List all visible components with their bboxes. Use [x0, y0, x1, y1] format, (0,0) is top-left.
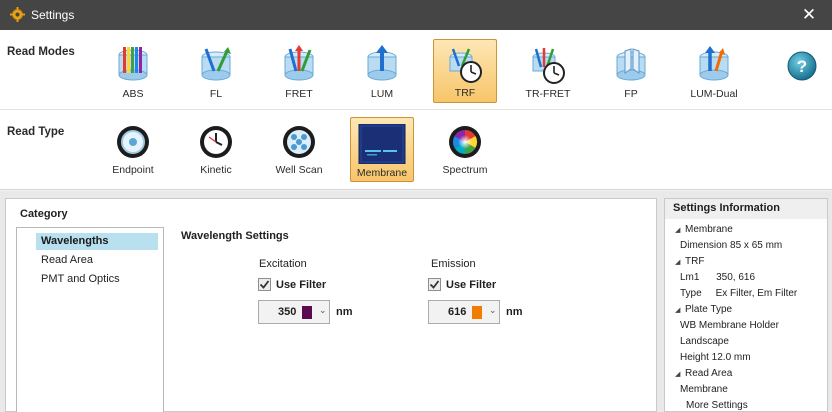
- wavelength-settings-title: Wavelength Settings: [181, 230, 289, 242]
- excitation-use-filter: Use Filter: [258, 278, 326, 291]
- type-well-scan-label: Well Scan: [275, 164, 323, 176]
- tree-leaf: Height 12.0 mm: [680, 352, 751, 363]
- mode-fret-label: FRET: [285, 88, 313, 100]
- emission-wavelength-select[interactable]: 616 ⌄: [428, 300, 500, 324]
- abs-icon: [118, 47, 148, 81]
- type-membrane-button[interactable]: Membrane: [350, 117, 414, 182]
- type-well-scan-button[interactable]: Well Scan: [267, 116, 331, 182]
- chevron-down-icon: ⌄: [319, 305, 327, 315]
- category-item-pmt-and-optics[interactable]: PMT and Optics: [36, 271, 158, 288]
- tree-node-trf[interactable]: ◢ TRF: [675, 256, 704, 267]
- tree-node-plate-type[interactable]: ◢ Plate Type: [675, 304, 732, 315]
- emission-use-filter-checkbox[interactable]: [428, 278, 441, 291]
- lum-icon: [367, 45, 397, 81]
- type-spectrum-label: Spectrum: [442, 164, 488, 176]
- excitation-use-filter-label: Use Filter: [276, 278, 327, 291]
- fl-icon: [201, 47, 231, 81]
- tree-leaf: Landscape: [680, 336, 729, 347]
- settings-information-title: Settings Information: [665, 199, 827, 219]
- emission-unit: nm: [506, 306, 523, 318]
- mode-lum-dual-button[interactable]: LUM-Dual: [682, 38, 746, 106]
- help-icon: ?: [787, 51, 817, 81]
- close-button[interactable]: ✕: [786, 0, 832, 30]
- lum-dual-icon: [699, 46, 729, 81]
- settings-information-panel: Settings Information ◢ Membrane Dimension…: [664, 198, 828, 412]
- checkmark-icon: [259, 280, 270, 289]
- window-title: Settings: [31, 8, 75, 22]
- mode-tr-fret-button[interactable]: TR-FRET: [516, 38, 580, 106]
- tree-leaf: WB Membrane Holder: [680, 320, 779, 331]
- emission-color-swatch: [472, 306, 482, 319]
- type-endpoint-button[interactable]: Endpoint: [101, 116, 165, 182]
- mode-trf-button[interactable]: TRF: [433, 39, 497, 103]
- excitation-unit: nm: [336, 306, 353, 318]
- well-scan-icon: [283, 126, 315, 158]
- mode-fl-button[interactable]: FL: [184, 38, 248, 106]
- endpoint-icon: [117, 126, 149, 158]
- expand-triangle-icon: ◢: [675, 227, 681, 234]
- mode-abs-label: ABS: [122, 88, 144, 100]
- read-modes-label: Read Modes: [7, 46, 75, 58]
- excitation-wavelength-select[interactable]: 350 ⌄: [258, 300, 330, 324]
- settings-panel: Category Wavelengths Read Area PMT and O…: [5, 198, 657, 412]
- read-type-label: Read Type: [7, 126, 65, 138]
- fp-icon: [616, 48, 646, 81]
- type-kinetic-label: Kinetic: [200, 164, 232, 176]
- read-modes-row: Read Modes ABS FL FRET LUM TRF TR-FRET F…: [0, 30, 832, 110]
- tree-node-membrane[interactable]: ◢ Membrane: [675, 224, 733, 235]
- mode-abs-button[interactable]: ABS: [101, 38, 165, 106]
- chevron-down-icon: ⌄: [489, 305, 497, 315]
- tree-node-more-settings[interactable]: More Settings: [686, 400, 748, 411]
- close-icon: ✕: [801, 5, 817, 24]
- mode-fl-label: FL: [209, 88, 223, 100]
- excitation-color-swatch: [302, 306, 312, 319]
- mode-lum-label: LUM: [370, 88, 394, 100]
- mode-lum-button[interactable]: LUM: [350, 38, 414, 106]
- mode-fret-button[interactable]: FRET: [267, 38, 331, 106]
- tree-leaf: Lm1 350, 616: [680, 272, 756, 283]
- mode-fp-label: FP: [624, 88, 638, 100]
- type-membrane-label: Membrane: [356, 167, 408, 179]
- tree-node-read-area[interactable]: ◢ Read Area: [675, 368, 732, 379]
- tree-leaf: Type Ex Filter, Em Filter: [680, 288, 798, 299]
- emission-wavelength-value: 616: [448, 306, 467, 318]
- category-item-read-area[interactable]: Read Area: [36, 252, 158, 269]
- spectrum-icon: [449, 126, 481, 158]
- type-kinetic-button[interactable]: Kinetic: [184, 116, 248, 182]
- tree-leaf: Membrane: [680, 384, 728, 395]
- membrane-icon: [358, 124, 406, 164]
- category-item-wavelengths[interactable]: Wavelengths: [36, 233, 158, 250]
- expand-triangle-icon: ◢: [675, 259, 681, 266]
- svg-text:?: ?: [797, 57, 807, 76]
- fret-icon: [284, 45, 314, 81]
- gear-icon: [10, 7, 25, 22]
- excitation-use-filter-checkbox[interactable]: [258, 278, 271, 291]
- excitation-wavelength-value: 350: [278, 306, 297, 318]
- trf-icon: [449, 48, 482, 83]
- emission-label: Emission: [431, 258, 476, 270]
- type-endpoint-label: Endpoint: [112, 164, 154, 176]
- expand-triangle-icon: ◢: [675, 307, 681, 314]
- category-title: Category: [20, 208, 68, 220]
- kinetic-icon: [200, 126, 232, 158]
- checkmark-icon: [429, 280, 440, 289]
- read-type-row: Read Type Endpoint Kinetic Well Scan Mem…: [0, 110, 832, 190]
- expand-triangle-icon: ◢: [675, 371, 681, 378]
- title-bar: Settings ✕: [0, 0, 832, 30]
- mode-tr-fret-label: TR-FRET: [525, 88, 571, 100]
- tr-fret-icon: [532, 48, 565, 84]
- mode-lum-dual-label: LUM-Dual: [690, 88, 738, 100]
- type-spectrum-button[interactable]: Spectrum: [433, 116, 497, 182]
- main-area: Category Wavelengths Read Area PMT and O…: [0, 191, 832, 412]
- tree-leaf: Dimension 85 x 65 mm: [680, 240, 783, 251]
- mode-trf-label: TRF: [454, 87, 476, 99]
- emission-use-filter-label: Use Filter: [446, 278, 497, 291]
- emission-use-filter: Use Filter: [428, 278, 496, 291]
- mode-fp-button[interactable]: FP: [599, 38, 663, 106]
- excitation-label: Excitation: [259, 258, 307, 270]
- help-button[interactable]: ?: [786, 50, 818, 85]
